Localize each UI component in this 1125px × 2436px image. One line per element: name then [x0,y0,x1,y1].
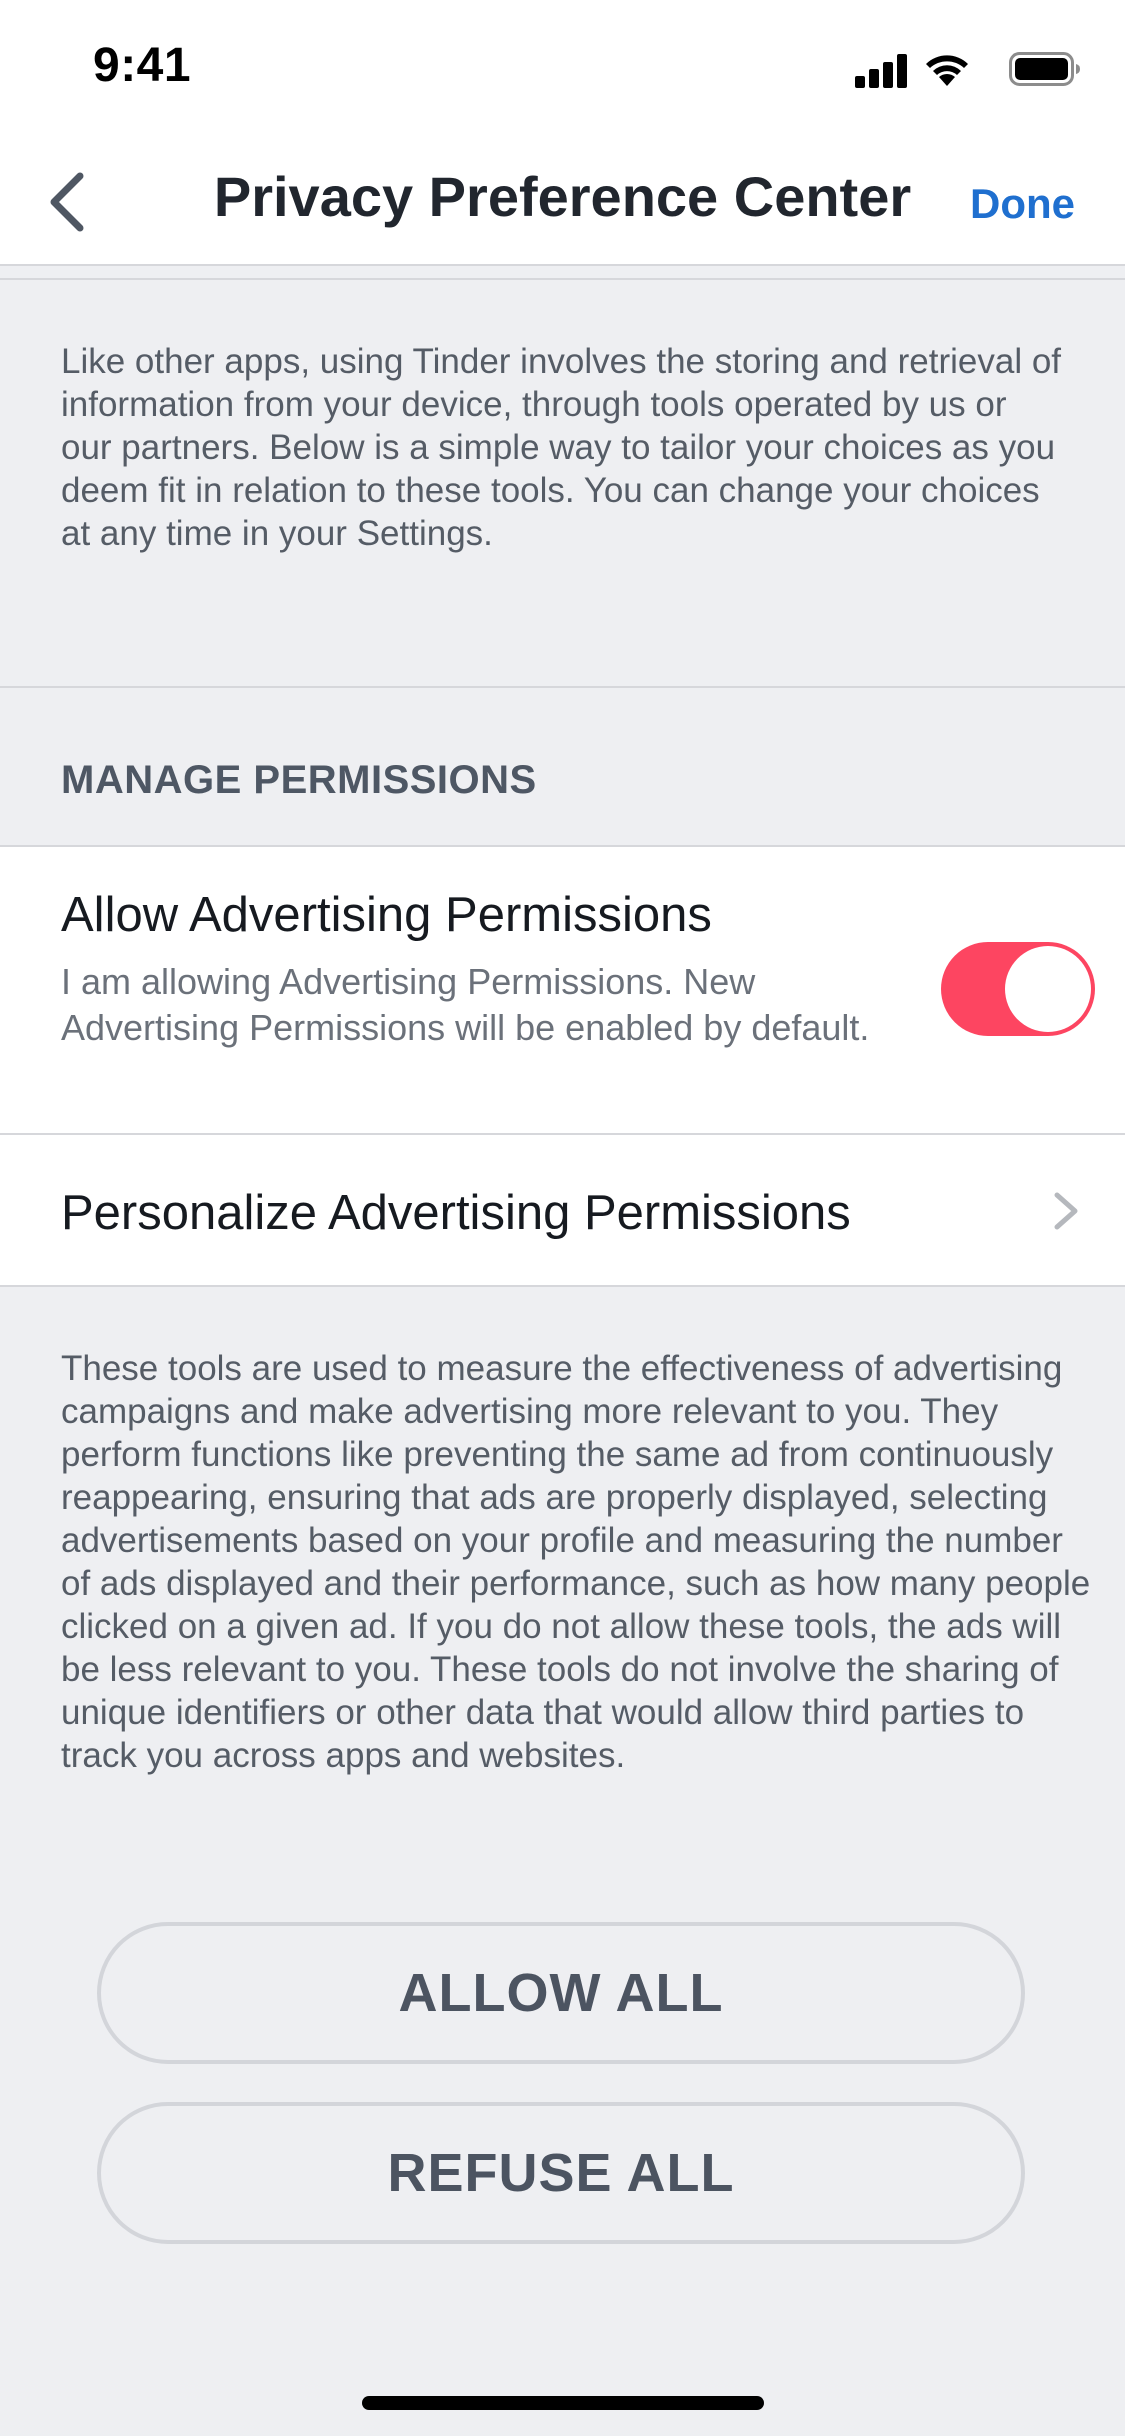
advertising-details-text: These tools are used to measure the effe… [61,1349,1091,1775]
toggle-knob [1005,946,1091,1032]
advertising-permissions-description: I am allowing Advertising Permissions. N… [61,961,870,1048]
navigation-bar: Privacy Preference Center Done [0,140,1125,266]
advertising-permissions-toggle[interactable] [941,942,1095,1036]
signal-icon [855,54,909,88]
allow-all-button[interactable]: ALLOW ALL [97,1922,1025,2064]
personalize-advertising-label: Personalize Advertising Permissions [61,1186,851,1240]
chevron-right-icon [1054,1192,1078,1230]
status-icons [841,50,1081,90]
home-indicator [362,2396,764,2410]
status-bar: 9:41 [0,0,1125,140]
permissions-card: Allow Advertising Permissions I am allow… [0,845,1125,1287]
section-header-manage-permissions: MANAGE PERMISSIONS [61,758,537,802]
status-time: 9:41 [93,39,192,92]
divider [0,686,1125,688]
divider [0,278,1125,280]
personalize-advertising-row[interactable]: Personalize Advertising Permissions [0,1135,1125,1285]
intro-text: Like other apps, using Tinder involves t… [61,342,1062,553]
refuse-all-button[interactable]: REFUSE ALL [97,2102,1025,2244]
done-button[interactable]: Done [970,180,1075,228]
battery-icon [1009,52,1080,86]
wifi-icon [926,55,968,86]
advertising-permissions-title: Allow Advertising Permissions [61,888,712,942]
page-title: Privacy Preference Center [213,165,912,228]
